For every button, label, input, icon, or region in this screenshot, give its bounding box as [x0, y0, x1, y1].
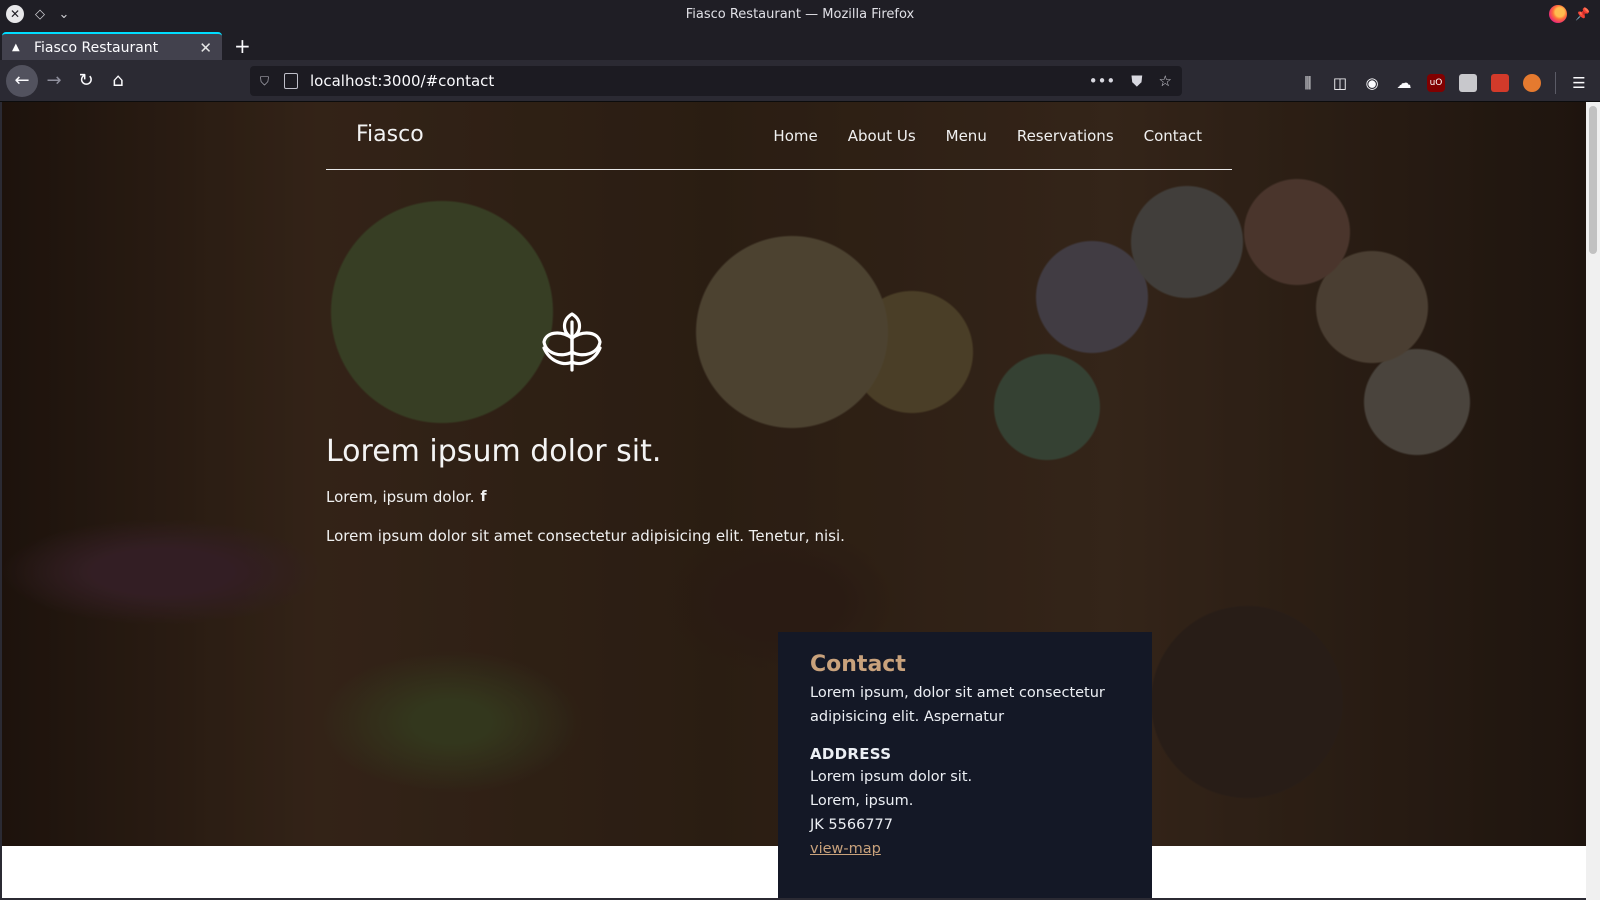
account-icon[interactable]: ◉	[1363, 74, 1381, 92]
reload-button[interactable]: ↻	[70, 65, 102, 97]
address-line-1: Lorem ipsum dolor sit.	[810, 769, 973, 785]
site-brand[interactable]: Fiasco	[356, 122, 424, 147]
ublock-origin-icon[interactable]: uO	[1427, 74, 1445, 92]
leaf-logo-icon	[542, 312, 602, 372]
contact-heading: Contact	[810, 652, 906, 677]
hero-title: Lorem ipsum dolor sit.	[326, 434, 662, 469]
duckduckgo-icon[interactable]	[1523, 74, 1541, 92]
url-text[interactable]: localhost:3000/#contact	[310, 72, 1089, 90]
hero-description: Lorem ipsum dolor sit amet consectetur a…	[326, 527, 845, 545]
site-favicon-icon: ▲	[12, 42, 20, 53]
pin-icon[interactable]: 📌	[1575, 7, 1590, 21]
tab-close-icon[interactable]: ✕	[199, 39, 212, 57]
site-header: Fiasco Home About Us Menu Reservations C…	[326, 102, 1232, 170]
page-viewport: Fiasco Home About Us Menu Reservations C…	[2, 102, 1586, 898]
url-actions: ••• ⛊ ☆	[1089, 72, 1172, 90]
hero-subtitle-row: Lorem, ipsum dolor. f	[326, 488, 487, 506]
bookmark-star-icon[interactable]: ☆	[1159, 72, 1172, 90]
facebook-icon[interactable]: f	[480, 489, 486, 505]
tab-strip: ▲ Fiasco Restaurant ✕ +	[0, 30, 1600, 62]
page-info-icon[interactable]	[284, 73, 298, 89]
nav-menu[interactable]: Menu	[946, 127, 987, 145]
forward-button[interactable]: →	[38, 65, 70, 97]
page-scrollbar[interactable]	[1586, 102, 1600, 900]
navigation-toolbar: ← → ↻ ⌂ ⛉ localhost:3000/#contact ••• ⛊ …	[0, 60, 1600, 102]
sidebar-icon[interactable]: ◫	[1331, 74, 1349, 92]
extension-red-icon[interactable]	[1491, 74, 1509, 92]
address-bar[interactable]: ⛉ localhost:3000/#contact ••• ⛊ ☆	[250, 66, 1182, 96]
address-heading: ADDRESS	[810, 745, 892, 763]
contact-card: Contact Lorem ipsum, dolor sit amet cons…	[778, 632, 1152, 898]
nav-about-us[interactable]: About Us	[848, 127, 916, 145]
nav-contact[interactable]: Contact	[1144, 127, 1202, 145]
contact-intro: Lorem ipsum, dolor sit amet consectetur …	[810, 681, 1120, 729]
toolbar-right: ⫼ ◫ ◉ ☁ uO ☰	[1299, 72, 1588, 94]
hamburger-menu-icon[interactable]: ☰	[1570, 74, 1588, 92]
contact-intro-line1: Lorem ipsum, dolor sit amet consectetur	[810, 685, 1105, 701]
hero-subtitle: Lorem, ipsum dolor.	[326, 488, 475, 506]
scrollbar-thumb[interactable]	[1589, 106, 1597, 254]
window-title: Fiasco Restaurant — Mozilla Firefox	[685, 7, 915, 22]
site-nav: Home About Us Menu Reservations Contact	[773, 127, 1202, 145]
toolbar-separator	[1555, 72, 1556, 94]
tab-label: Fiasco Restaurant	[34, 40, 159, 56]
nav-home[interactable]: Home	[773, 127, 817, 145]
page-actions-menu-icon[interactable]: •••	[1089, 72, 1116, 90]
new-tab-button[interactable]: +	[234, 34, 251, 58]
pocket-icon[interactable]: ⛊	[1131, 72, 1142, 90]
home-button[interactable]: ⌂	[102, 65, 134, 97]
titlebar-right-icons: 📌	[1549, 5, 1590, 23]
library-icon[interactable]: ⫼	[1299, 74, 1317, 92]
back-button[interactable]: ←	[6, 65, 38, 97]
address-line-3: JK 5566777	[810, 817, 893, 833]
nav-reservations[interactable]: Reservations	[1017, 127, 1114, 145]
extension-grey-icon[interactable]	[1459, 74, 1477, 92]
view-map-link[interactable]: view-map	[810, 841, 881, 857]
address-line-2: Lorem, ipsum.	[810, 793, 914, 809]
firefox-logo-icon	[1549, 5, 1568, 23]
extension-cloud-icon[interactable]: ☁	[1395, 74, 1413, 92]
tracking-protection-shield-icon[interactable]: ⛉	[260, 74, 274, 89]
window-titlebar: ✕ ◇ ⌄ Fiasco Restaurant — Mozilla Firefo…	[0, 0, 1600, 30]
tab-fiasco-restaurant[interactable]: ▲ Fiasco Restaurant ✕	[2, 32, 222, 62]
contact-intro-line2: adipisicing elit. Aspernatur	[810, 709, 1005, 725]
